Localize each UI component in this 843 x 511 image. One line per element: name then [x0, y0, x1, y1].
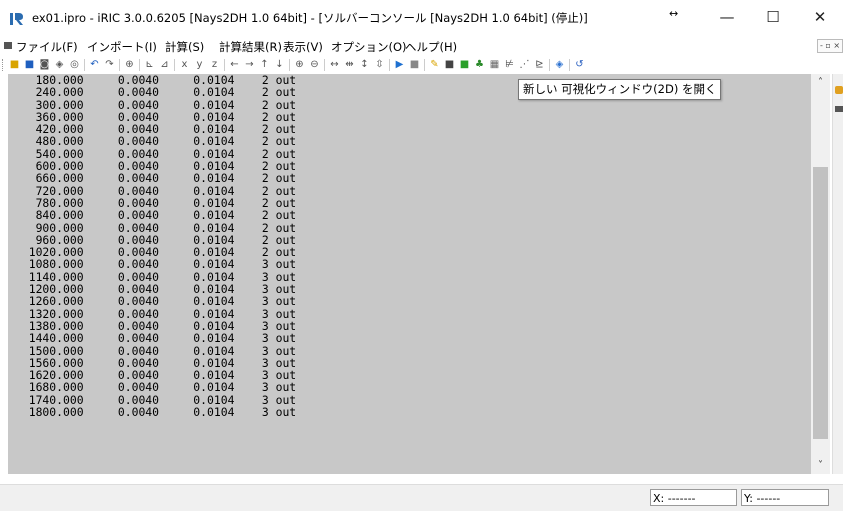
resize-cursor-icon: ↔: [669, 7, 679, 20]
status-x-coordinate: X: -------: [650, 489, 737, 506]
chart-xy-icon[interactable]: ⊾: [143, 58, 156, 71]
view-z-icon[interactable]: z: [208, 58, 221, 71]
pan-down-icon[interactable]: ↓: [273, 58, 286, 71]
menu-import[interactable]: インポート(I): [87, 39, 157, 55]
visualization-2d-icon[interactable]: ■: [458, 58, 471, 71]
close-button[interactable]: ✕: [798, 4, 842, 30]
pan-left-icon[interactable]: ←: [228, 58, 241, 71]
iric-app-icon: [10, 13, 23, 25]
toolbar: ■ ■ ◙ ◈ ◎ ↶ ↷ ⊕ ⊾ ⊿ x y z ← → ↑ ↓ ⊕ ⊖ ↔ …: [0, 56, 843, 74]
solver-console-output: 180.000 0.0040 0.0104 2 out 240.000 0.00…: [8, 74, 811, 474]
view-x-icon[interactable]: x: [178, 58, 191, 71]
pan-up-icon[interactable]: ↑: [258, 58, 271, 71]
shrink-horizontal-icon[interactable]: ⇹: [343, 58, 356, 71]
mdi-child-controls[interactable]: - ▫ ×: [817, 39, 843, 53]
status-y-coordinate: Y: ------: [741, 489, 829, 506]
menu-bar: ファイル(F) インポート(I) 計算(S) 計算結果(R) 表示(V) オプシ…: [0, 36, 843, 56]
expand-horizontal-icon[interactable]: ↔: [328, 58, 341, 71]
pan-right-icon[interactable]: →: [243, 58, 256, 71]
scatter-icon[interactable]: ⋰: [518, 58, 531, 71]
redo-icon[interactable]: ↷: [103, 58, 116, 71]
menu-file[interactable]: ファイル(F): [16, 39, 78, 55]
menu-calculation[interactable]: 計算(S): [165, 39, 204, 55]
console-line: 660.000 0.0040 0.0104 2 out: [15, 171, 297, 186]
chart-xyz-icon[interactable]: ⊿: [158, 58, 171, 71]
console-line: 480.000 0.0040 0.0104 2 out: [15, 134, 297, 149]
toolbar-separator: [289, 59, 290, 71]
console-line: 1440.000 0.0040 0.0104 3 out: [15, 331, 297, 346]
toolbar-grip[interactable]: [2, 59, 5, 71]
console-line: 1500.000 0.0040 0.0104 3 out: [15, 343, 297, 358]
undo-icon[interactable]: ↶: [88, 58, 101, 71]
console-line: 1800.000 0.0040 0.0104 3 out: [15, 405, 297, 420]
toolbar-separator: [119, 59, 120, 71]
run-solver-icon[interactable]: ▶: [393, 58, 406, 71]
window-title: ex01.ipro - iRIC 3.0.0.6205 [Nays2DH 1.0…: [32, 11, 588, 25]
status-bar: X: ------- Y: ------: [0, 484, 843, 511]
scroll-up-button[interactable]: ˄: [811, 74, 830, 91]
open-folder-icon[interactable]: ■: [8, 58, 21, 71]
zoom-fit-icon[interactable]: ⊕: [123, 58, 136, 71]
bird-eye-icon[interactable]: ▦: [488, 58, 501, 71]
toolbar-separator: [139, 59, 140, 71]
vertical-scrollbar[interactable]: ˄ ˅: [811, 74, 830, 474]
toolbar-separator: [224, 59, 225, 71]
menu-results[interactable]: 計算結果(R): [219, 39, 282, 55]
console-line: 840.000 0.0040 0.0104 2 out: [15, 208, 297, 223]
right-dock-panel: [832, 74, 843, 474]
stop-solver-icon[interactable]: ■: [408, 58, 421, 71]
menu-view[interactable]: 表示(V): [283, 39, 323, 55]
snapshot-icon[interactable]: ◎: [68, 58, 81, 71]
minimize-button[interactable]: —: [705, 4, 749, 30]
dock-object-browser-icon[interactable]: [835, 86, 843, 94]
console-line: 1260.000 0.0040 0.0104 3 out: [15, 294, 297, 309]
scroll-thumb[interactable]: [813, 167, 828, 439]
console-line: 900.000 0.0040 0.0104 2 out: [15, 220, 297, 235]
profile-icon[interactable]: ⊵: [533, 58, 546, 71]
scroll-down-button[interactable]: ˅: [811, 457, 830, 474]
graph-icon[interactable]: ⊭: [503, 58, 516, 71]
mdi-system-menu-icon[interactable]: [4, 42, 12, 49]
console-line: 1680.000 0.0040 0.0104 3 out: [15, 380, 297, 395]
maximize-button[interactable]: ☐: [751, 4, 795, 30]
toolbar-separator: [324, 59, 325, 71]
zoom-out-icon[interactable]: ⊖: [308, 58, 321, 71]
print-icon[interactable]: ◙: [38, 58, 51, 71]
dock-property-icon[interactable]: [835, 106, 843, 112]
toolbar-separator: [424, 59, 425, 71]
toolbar-separator: [569, 59, 570, 71]
visualization-3d-icon[interactable]: ♣: [473, 58, 486, 71]
expand-vertical-icon[interactable]: ↕: [358, 58, 371, 71]
view-y-icon[interactable]: y: [193, 58, 206, 71]
console-line: 1080.000 0.0040 0.0104 3 out: [15, 257, 297, 272]
copy-icon[interactable]: ◈: [53, 58, 66, 71]
toolbar-tooltip: 新しい 可視化ウィンドウ(2D) を開く: [518, 79, 722, 100]
console-icon[interactable]: ■: [443, 58, 456, 71]
animation-icon[interactable]: ◈: [553, 58, 566, 71]
edit-icon[interactable]: ✎: [428, 58, 441, 71]
menu-help[interactable]: ヘルプ(H): [405, 39, 457, 55]
save-icon[interactable]: ■: [23, 58, 36, 71]
zoom-in-icon[interactable]: ⊕: [293, 58, 306, 71]
scroll-track[interactable]: [811, 91, 830, 457]
toolbar-separator: [389, 59, 390, 71]
toolbar-separator: [549, 59, 550, 71]
menu-options[interactable]: オプション(O): [331, 39, 407, 55]
title-bar: ex01.ipro - iRIC 3.0.0.6205 [Nays2DH 1.0…: [0, 0, 843, 36]
shrink-vertical-icon[interactable]: ⇳: [373, 58, 386, 71]
toolbar-separator: [174, 59, 175, 71]
toolbar-separator: [84, 59, 85, 71]
update-icon[interactable]: ↺: [573, 58, 586, 71]
